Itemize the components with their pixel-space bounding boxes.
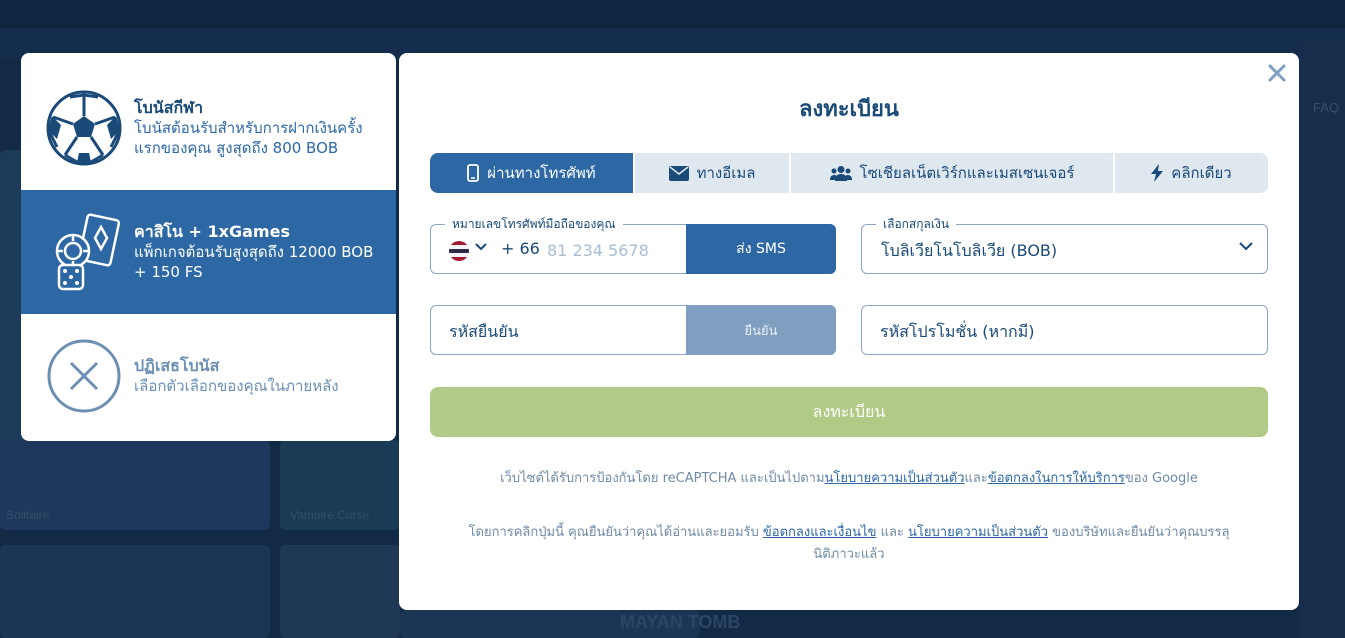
currency-value: โบลิเวียโนโบลิเวีย (BOB) — [881, 241, 1058, 260]
bonus-description: เลือกตัวเลือกของคุณในภายหลัง — [134, 377, 339, 395]
tab-social[interactable]: โซเชียลเน็ตเวิร์กและเมสเซนเจอร์ — [791, 153, 1115, 193]
bonus-option-sports[interactable]: โบนัสกีฬา โบนัสต้อนรับสำหรับการฝากเงินคร… — [21, 66, 396, 190]
consent-text: และ — [876, 525, 909, 540]
promo-code-field — [861, 305, 1268, 355]
bonus-option-text: ปฏิเสธโบนัส เลือกตัวเลือกของคุณในภายหลัง — [134, 356, 374, 396]
registration-modal: ลงทะเบียน ผ่านทางโทรศัพท์ ทางอีเมล โซเชี… — [399, 53, 1299, 610]
tab-label: คลิกเดียว — [1171, 164, 1232, 182]
casino-chips-cards-icon — [55, 213, 121, 291]
bonus-option-text: คาสิโน + 1xGames แพ็กเกจต้อนรับสูงสุดถึง… — [134, 222, 374, 282]
recaptcha-text: เว็บไซต์ได้รับการป้องกันโดย reCAPTCHA แล… — [500, 471, 825, 486]
country-code: + 66 — [501, 239, 540, 258]
recaptcha-notice: เว็บไซต์ได้รับการป้องกันโดย reCAPTCHA แล… — [430, 468, 1268, 490]
bonus-description: โบนัสต้อนรับสำหรับการฝากเงินครั้งแรกของค… — [134, 119, 363, 157]
close-circle-icon — [47, 339, 121, 413]
tab-email[interactable]: ทางอีเมล — [635, 153, 791, 193]
modal-title: ลงทะเบียน — [799, 97, 899, 122]
privacy-policy-link[interactable]: นโยบายความเป็นส่วนตัว — [908, 525, 1048, 540]
users-icon — [829, 166, 852, 181]
tab-label: ผ่านทางโทรศัพท์ — [487, 164, 596, 182]
recaptcha-text: และ — [964, 471, 988, 486]
register-button[interactable]: ลงทะเบียน — [430, 387, 1268, 437]
lightning-icon — [1151, 164, 1164, 182]
bonus-description: แพ็กเกจต้อนรับสูงสุดถึง 12000 BOB + 150 … — [134, 243, 374, 281]
recaptcha-text: ของ Google — [1124, 471, 1198, 486]
bonus-panel: โบนัสกีฬา โบนัสต้อนรับสำหรับการฝากเงินคร… — [21, 53, 396, 441]
terms-conditions-link[interactable]: ข้อตกลงและเงื่อนไข — [763, 525, 877, 540]
confirmation-code-input[interactable] — [449, 318, 679, 344]
tab-phone[interactable]: ผ่านทางโทรศัพท์ — [430, 153, 635, 193]
thailand-flag-icon[interactable] — [449, 241, 469, 261]
chevron-down-icon[interactable] — [475, 243, 487, 251]
soccer-ball-icon — [46, 90, 122, 166]
consent-notice: โดยการคลิกปุ่มนี้ คุณยืนยันว่าคุณได้อ่าน… — [430, 522, 1268, 566]
registration-tabs: ผ่านทางโทรศัพท์ ทางอีเมล โซเชียลเน็ตเวิร… — [430, 153, 1268, 193]
send-sms-button[interactable]: ส่ง SMS — [686, 224, 836, 274]
chevron-down-icon[interactable] — [1239, 242, 1253, 251]
phone-input[interactable] — [547, 237, 687, 263]
tab-label: โซเชียลเน็ตเวิร์กและเมสเซนเจอร์ — [859, 164, 1075, 182]
envelope-icon — [668, 165, 689, 181]
currency-select[interactable]: เลือกสกุลเงิน โบลิเวียโนโบลิเวีย (BOB) — [861, 216, 1268, 274]
confirm-button[interactable]: ยืนยัน — [686, 305, 836, 355]
close-icon[interactable] — [1265, 61, 1289, 85]
promo-code-input[interactable] — [880, 318, 1250, 344]
bonus-title: ปฏิเสธโบนัส — [134, 356, 220, 375]
currency-field-label: เลือกสกุลเงิน — [876, 216, 957, 232]
tab-label: ทางอีเมล — [696, 164, 756, 182]
bonus-title: โบนัสกีฬา — [134, 98, 204, 117]
tab-one-click[interactable]: คลิกเดียว — [1115, 153, 1268, 193]
phone-icon — [467, 164, 480, 182]
privacy-policy-link[interactable]: นโยบายความเป็นส่วนตัว — [825, 471, 965, 486]
bonus-title: คาสิโน + 1xGames — [134, 222, 290, 241]
phone-field-label: หมายเลขโทรศัพท์มือถือของคุณ — [445, 216, 623, 232]
consent-text: โดยการคลิกปุ่มนี้ คุณยืนยันว่าคุณได้อ่าน… — [468, 525, 763, 540]
bonus-option-decline[interactable]: ปฏิเสธโบนัส เลือกตัวเลือกของคุณในภายหลัง — [21, 314, 396, 438]
bonus-option-text: โบนัสกีฬา โบนัสต้อนรับสำหรับการฝากเงินคร… — [134, 98, 374, 158]
terms-of-service-link[interactable]: ข้อตกลงในการให้บริการ — [988, 471, 1125, 486]
bonus-option-casino[interactable]: คาสิโน + 1xGames แพ็กเกจต้อนรับสูงสุดถึง… — [21, 190, 396, 314]
